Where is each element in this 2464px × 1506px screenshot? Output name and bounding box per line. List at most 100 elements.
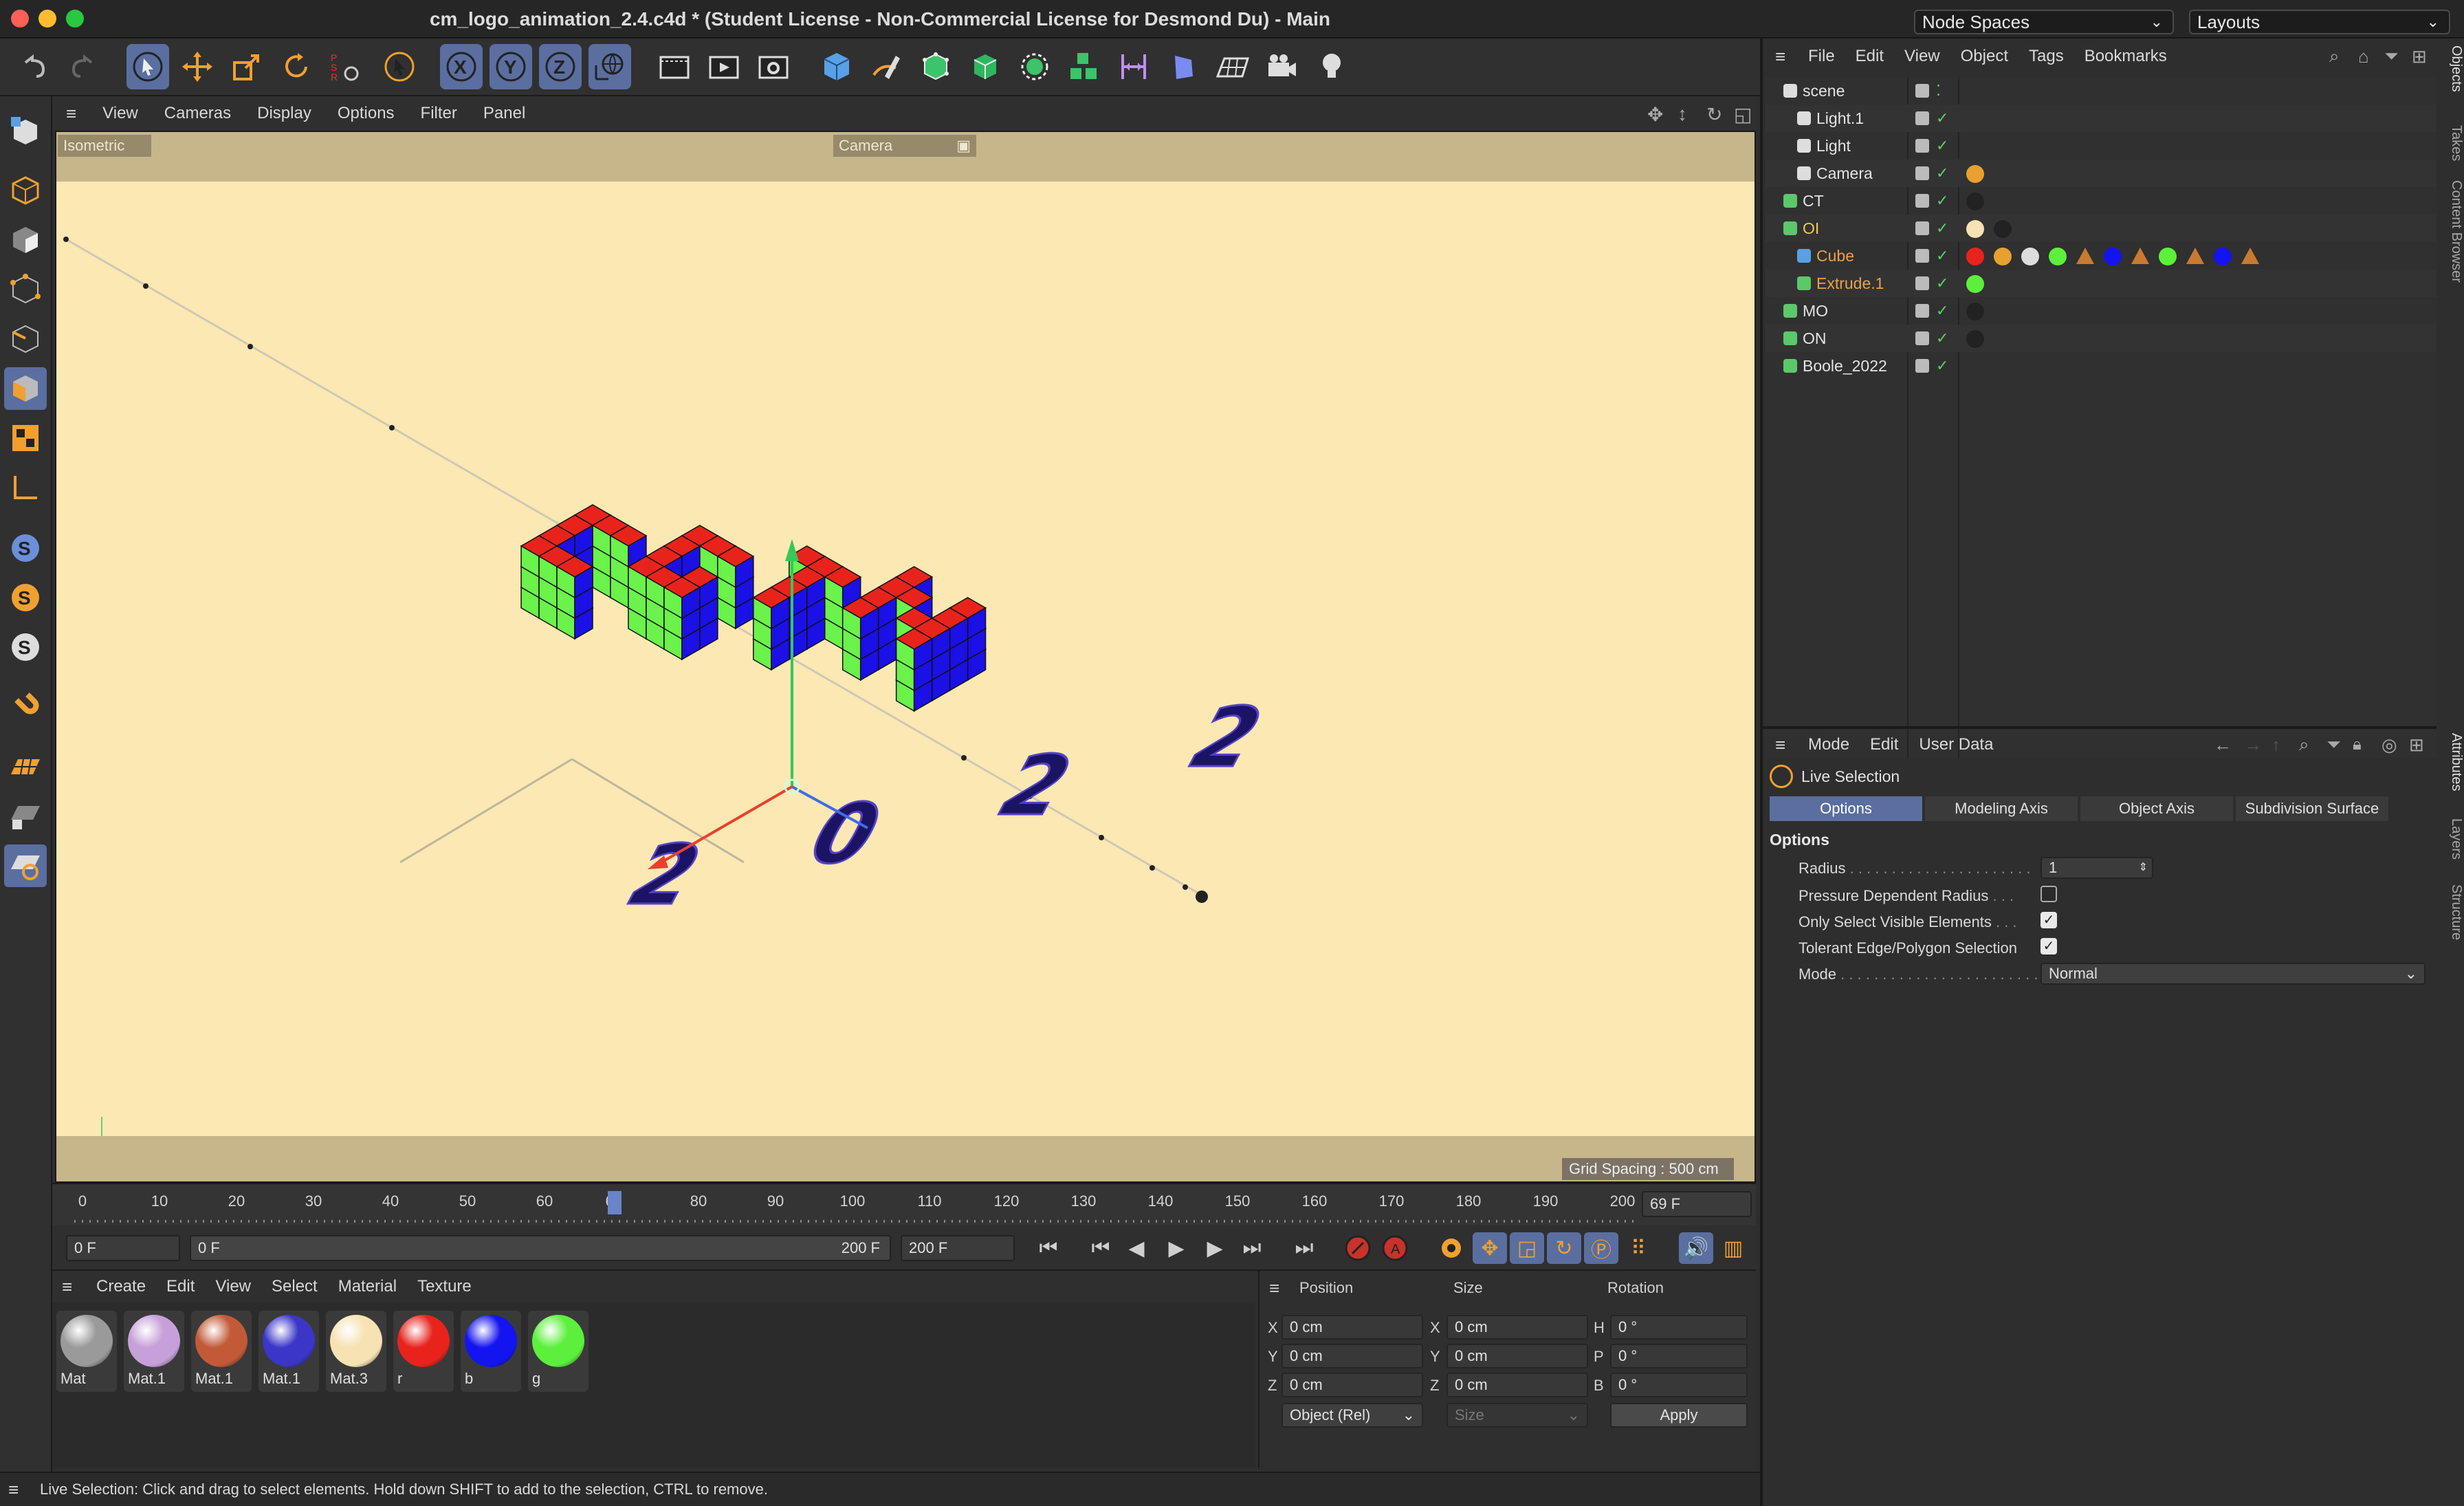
snap-settings-button[interactable]: S (4, 576, 47, 619)
tab-options[interactable]: Options (1770, 796, 1922, 821)
viewport-menu-display[interactable]: Display (257, 104, 311, 123)
object-row[interactable]: CT ✓ (1766, 187, 2436, 215)
material-swatch[interactable]: Mat.3 (326, 1311, 386, 1392)
frame-range-slider[interactable]: 0 F 200 F (190, 1235, 891, 1261)
object-row[interactable]: ON ✓ (1766, 325, 2436, 352)
undo-button[interactable] (12, 44, 55, 89)
play-button[interactable]: ▶ (1159, 1232, 1194, 1264)
enabled-check-icon[interactable]: ✓ (1936, 297, 1948, 325)
object-tag-icon[interactable] (2049, 248, 2067, 265)
autokey-button[interactable]: A (1378, 1232, 1412, 1264)
back-arrow-icon[interactable]: ← (2214, 734, 2232, 756)
maximize-view-icon[interactable]: ◱ (1734, 103, 1752, 126)
object-tag-icon[interactable] (2076, 248, 2094, 264)
rotation-field[interactable]: 0 ° (1610, 1315, 1748, 1340)
enabled-check-icon[interactable]: ✓ (1936, 187, 1948, 215)
cubes-group-button[interactable] (1063, 44, 1106, 89)
zoom-view-icon[interactable]: ↕ (1678, 103, 1687, 125)
live-selection-tool[interactable] (126, 44, 169, 89)
object-tag-icon[interactable] (2104, 248, 2122, 265)
position-field[interactable]: 0 cm (1282, 1373, 1423, 1397)
rotation-field[interactable]: 0 ° (1610, 1373, 1748, 1397)
rotation-field[interactable]: 0 ° (1610, 1344, 1748, 1368)
polygons-mode-button[interactable] (4, 367, 47, 410)
object-row[interactable]: scene ⁚ (1766, 77, 2436, 105)
enabled-check-icon[interactable]: ✓ (1936, 132, 1948, 160)
object-tag-icon[interactable] (2131, 248, 2149, 264)
material-swatch[interactable]: Mat.1 (258, 1311, 319, 1392)
cube-object-button[interactable] (815, 44, 858, 89)
workplane-snap-toggle[interactable] (4, 844, 47, 887)
snap-button[interactable]: S (4, 527, 47, 569)
object-row[interactable]: Light.1 ✓ (1766, 105, 2436, 132)
floor-button[interactable] (1211, 44, 1254, 89)
object-row[interactable]: Extrude.1 ✓ (1766, 270, 2436, 297)
hamburger-icon[interactable]: ≡ (1775, 734, 1785, 756)
editor-visibility-icon[interactable] (1915, 84, 1929, 98)
go-to-end-button[interactable]: ⏭ (1287, 1232, 1321, 1264)
position-field[interactable]: 0 cm (1282, 1315, 1423, 1340)
enabled-check-icon[interactable]: ✓ (1936, 105, 1948, 132)
attr-menu-edit[interactable]: Edit (1870, 735, 1898, 754)
uv-mode-button[interactable] (4, 417, 47, 459)
up-arrow-icon[interactable]: ↑ (2272, 734, 2280, 756)
filter-icon[interactable]: ⏷ (2384, 45, 2399, 67)
subdivision-surface-button[interactable] (914, 44, 957, 89)
render-to-picture-viewer-button[interactable] (703, 44, 745, 89)
model-mode-button[interactable] (4, 169, 47, 212)
hamburger-icon[interactable]: ≡ (8, 1473, 19, 1506)
editor-visibility-icon[interactable] (1915, 249, 1929, 263)
object-row[interactable]: OI ✓ (1766, 215, 2436, 242)
axis-mode-button[interactable] (4, 466, 47, 509)
object-tag-icon[interactable] (1966, 220, 1984, 238)
object-tag-icon[interactable] (2159, 248, 2177, 265)
object-row[interactable]: Boole_2022 ✓ (1766, 352, 2436, 380)
attr-menu-mode[interactable]: Mode (1808, 735, 1849, 754)
next-key-button[interactable]: ⏭ (1235, 1232, 1269, 1264)
hamburger-icon[interactable]: ≡ (1775, 46, 1785, 67)
editor-visibility-icon[interactable] (1915, 304, 1929, 318)
enabled-check-icon[interactable]: ✓ (1936, 242, 1948, 270)
keyframe-selection-button[interactable] (1434, 1232, 1468, 1264)
viewport-menu-panel[interactable]: Panel (483, 104, 525, 123)
layouts-dropdown[interactable]: Layouts ⌄ (2189, 10, 2450, 34)
record-button[interactable] (1341, 1232, 1375, 1264)
layers-tab[interactable]: Layers (2436, 818, 2464, 860)
playhead[interactable] (608, 1191, 622, 1214)
object-tag-icon[interactable] (1994, 248, 2012, 265)
material-menu-edit[interactable]: Edit (166, 1277, 195, 1296)
editor-visibility-icon[interactable] (1915, 139, 1929, 153)
object-row[interactable]: MO ✓ (1766, 297, 2436, 325)
editor-visibility-icon[interactable] (1915, 221, 1929, 235)
z-axis-lock[interactable]: Z (539, 44, 582, 89)
position-field[interactable]: 0 cm (1282, 1344, 1423, 1368)
material-swatch[interactable]: Mat.1 (124, 1311, 184, 1392)
home-icon[interactable]: ⌂ (2358, 46, 2369, 67)
record-scale-button[interactable]: ◲ (1510, 1232, 1544, 1264)
material-swatch[interactable]: r (393, 1311, 454, 1392)
object-row[interactable]: Light ✓ (1766, 132, 2436, 160)
texture-mode-button[interactable] (4, 219, 47, 261)
lock-icon[interactable]: 🔒︎ (2353, 735, 2362, 754)
record-position-button[interactable]: ✥ (1473, 1232, 1507, 1264)
material-swatch[interactable]: b (461, 1311, 521, 1392)
target-icon[interactable]: ◎ (2382, 734, 2397, 756)
visible-elements-checkbox[interactable]: ✓ (2040, 912, 2057, 928)
editor-visibility-icon[interactable] (1915, 359, 1929, 373)
hamburger-icon[interactable]: ≡ (66, 103, 76, 124)
coordinate-system-button[interactable] (588, 44, 631, 89)
tolerant-selection-checkbox[interactable]: ✓ (2040, 938, 2057, 954)
x-axis-lock[interactable]: X (440, 44, 483, 89)
workplane-lock-button[interactable] (4, 795, 47, 838)
object-menu-object[interactable]: Object (1961, 47, 2008, 66)
viewport-menu-view[interactable]: View (102, 104, 138, 123)
object-tag-icon[interactable] (2186, 248, 2204, 264)
rotate-tool[interactable] (275, 44, 318, 89)
pen-spline-button[interactable] (865, 44, 908, 89)
tab-object-axis[interactable]: Object Axis (2080, 796, 2233, 821)
record-rotation-button[interactable]: ↻ (1547, 1232, 1581, 1264)
objects-tab[interactable]: Objects (2436, 45, 2464, 92)
material-menu-view[interactable]: View (215, 1277, 251, 1296)
editor-visibility-icon[interactable] (1915, 111, 1929, 125)
next-frame-button[interactable]: ▶ (1198, 1232, 1232, 1264)
